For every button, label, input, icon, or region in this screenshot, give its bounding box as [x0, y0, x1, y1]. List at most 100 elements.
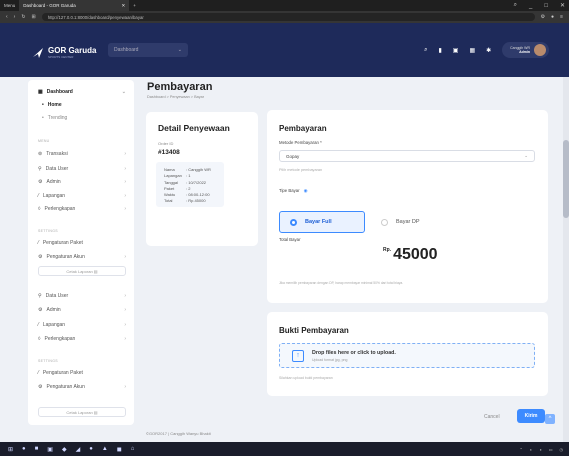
search-icon[interactable]: ⌕: [424, 47, 427, 54]
sidebar-item-pengaturan-akun-2[interactable]: ⚙ Pengaturan Akun ›: [38, 384, 126, 390]
dashboard-dropdown[interactable]: Dashboard ⌄: [108, 43, 188, 57]
chevron-down-icon: ⌄: [524, 153, 528, 158]
detail-penyewaan-card: Detail Penyewaan Order ID #13408 Nama: C…: [146, 112, 258, 246]
kirim-button[interactable]: Kirim: [517, 409, 545, 423]
page-scrollbar[interactable]: [563, 77, 569, 442]
sidebar-item-perlengkapan-2[interactable]: ◊ Perlengkapan ›: [38, 336, 126, 342]
clock-icon[interactable]: ◷: [560, 447, 564, 452]
close-tab-icon[interactable]: ✕: [121, 3, 125, 9]
upload-title: Bukti Pembayaran: [279, 326, 349, 335]
header-actions: ⌕ ▮ ▣ ▦ ✱ Canggih WR Admin: [424, 42, 549, 58]
maximize-icon[interactable]: □: [544, 3, 548, 9]
browser-menu-tab[interactable]: Menu: [0, 0, 19, 11]
sidebar-item-pengaturan-akun[interactable]: ⚙ Pengaturan Akun ›: [38, 254, 126, 260]
url-field[interactable]: http://127.0.0.1:8000/dashboard/penyewaa…: [41, 13, 535, 21]
minimize-icon[interactable]: _: [529, 3, 532, 9]
option-bayar-full[interactable]: Bayar Full: [279, 211, 365, 233]
sidebar-item-trending[interactable]: • Trending: [42, 115, 126, 121]
battery-icon[interactable]: ▭: [549, 447, 553, 452]
payment-method-select[interactable]: Gopay ⌄: [279, 150, 535, 162]
order-id-value: #13408: [158, 149, 180, 156]
cancel-button[interactable]: Cancel: [484, 414, 500, 420]
cetak-laporan-button[interactable]: Cetak Laporan ▤: [38, 266, 126, 276]
currency: Rp.: [383, 247, 392, 253]
field-icon: ⁄: [38, 193, 39, 199]
sidebar-item-admin-2[interactable]: ⚙ Admin ›: [38, 307, 126, 313]
sidebar-item-lapangan-2[interactable]: ⁄ Lapangan ›: [38, 322, 126, 328]
payment-method-value: Gopay: [286, 153, 300, 159]
sidebar-item-data-user[interactable]: ⚲ Data User ›: [38, 166, 126, 172]
taskbar-app-icon[interactable]: ●: [89, 446, 93, 452]
total-value: 45000: [393, 246, 438, 263]
pembayaran-card: Pembayaran Metode Pembayaran * Gopay ⌄ P…: [267, 110, 548, 303]
dp-note: Jika memilih pembayaran dengan DP, harap…: [279, 281, 404, 285]
chevron-right-icon: ›: [124, 384, 126, 390]
sidebar-item-dashboard[interactable]: ▦ Dashboard ⌄: [38, 89, 126, 95]
sidebar-item-data-user-2[interactable]: ⚲ Data User ›: [38, 293, 126, 299]
forward-icon[interactable]: ›: [14, 14, 16, 20]
network-icon[interactable]: ◐: [530, 447, 532, 452]
user-icon: ⚲: [38, 293, 42, 299]
tray-chevron-icon[interactable]: ⌃: [520, 447, 523, 452]
taskbar-app-icon[interactable]: ◆: [62, 446, 67, 453]
taskbar-app-icon[interactable]: ■: [35, 446, 39, 452]
brand-logo[interactable]: GOR Garuda SPORTS CENTER: [32, 46, 96, 59]
taskbar-app-icon[interactable]: ●: [22, 446, 26, 452]
transaction-icon: ⊚: [38, 151, 43, 157]
grid-icon[interactable]: ⊞: [32, 14, 36, 20]
dropzone-subtext: Upload format jpg, png: [312, 357, 348, 362]
reload-icon[interactable]: ↻: [21, 14, 25, 20]
upload-dropzone[interactable]: ↑ Drop files here or click to upload. Up…: [279, 343, 535, 368]
package-icon: ⁄: [38, 240, 39, 246]
scroll-top-icon[interactable]: ^: [545, 414, 555, 424]
sidebar-section-settings: SETTINGS: [38, 229, 58, 233]
print-icon: ▤: [93, 409, 98, 415]
apps-icon[interactable]: ▦: [469, 47, 475, 54]
extensions-icon[interactable]: ⚙: [541, 14, 545, 20]
info-icon[interactable]: ◉: [304, 188, 308, 194]
taskbar-app-icon[interactable]: ⌂: [131, 446, 135, 452]
order-id-label: Order ID: [158, 141, 174, 146]
bullet-icon: •: [42, 115, 44, 121]
browser-menu-icon[interactable]: ≡: [560, 14, 563, 20]
close-window-icon[interactable]: ✕: [560, 2, 565, 9]
sidebar-item-perlengkapan[interactable]: ◊ Perlengkapan ›: [38, 206, 126, 212]
tab-title: Dashboard - GOR Garuda: [23, 3, 76, 8]
taskbar-app-icon[interactable]: ◢: [76, 446, 81, 453]
back-icon[interactable]: ‹: [6, 14, 8, 20]
avatar: [534, 44, 546, 56]
user-menu[interactable]: Canggih WR Admin: [502, 42, 549, 58]
search-tabs-icon[interactable]: ⌕: [514, 2, 517, 9]
url-text: http://127.0.0.1:8000/dashboard/penyewaa…: [47, 14, 144, 20]
package-icon: ⁄: [38, 370, 39, 376]
sidebar-item-home[interactable]: • Home: [42, 102, 126, 108]
os-taskbar: ⊞ ● ■ ▣ ◆ ◢ ● ▲ ◼ ⌂ ⌃ ◐ ◑ ▭ ◷: [0, 442, 569, 456]
cetak-laporan-button-2[interactable]: Cetak Laporan ▤: [38, 407, 126, 417]
scrollbar-thumb[interactable]: [563, 140, 569, 218]
system-tray: ⌃ ◐ ◑ ▭ ◷: [520, 442, 563, 456]
notification-icon[interactable]: ▣: [453, 47, 459, 54]
detail-value: : Rp.45000: [186, 198, 206, 204]
brand-subtitle: SPORTS CENTER: [48, 55, 74, 59]
sidebar-item-transaksi[interactable]: ⊚ Transaksi ›: [38, 151, 126, 157]
settings-icon[interactable]: ✱: [486, 47, 491, 54]
taskbar-app-icon[interactable]: ▣: [47, 446, 53, 453]
chevron-right-icon: ›: [124, 179, 126, 185]
profile-icon[interactable]: ●: [551, 14, 554, 20]
chart-icon[interactable]: ▮: [438, 47, 441, 54]
volume-icon[interactable]: ◑: [539, 447, 541, 452]
sidebar-item-lapangan[interactable]: ⁄ Lapangan ›: [38, 193, 126, 199]
taskbar-app-icon[interactable]: ◼: [117, 446, 122, 453]
detail-row-total: Total: Rp.45000: [164, 198, 216, 204]
sidebar-item-admin[interactable]: ⚙ Admin ›: [38, 179, 126, 185]
sidebar-item-label: Pengaturan Paket: [42, 240, 83, 246]
method-label: Metode Pembayaran *: [279, 140, 322, 145]
browser-active-tab[interactable]: Dashboard - GOR Garuda ✕: [19, 0, 130, 11]
new-tab-icon[interactable]: +: [129, 0, 140, 11]
windows-start-icon[interactable]: ⊞: [8, 446, 13, 453]
payment-title: Pembayaran: [279, 124, 327, 133]
option-bayar-dp[interactable]: Bayar DP: [371, 211, 457, 233]
taskbar-app-icon[interactable]: ▲: [102, 446, 108, 452]
sidebar-item-pengaturan-paket[interactable]: ⁄ Pengaturan Paket: [38, 240, 126, 246]
sidebar-item-pengaturan-paket-2[interactable]: ⁄ Pengaturan Paket: [38, 370, 126, 376]
